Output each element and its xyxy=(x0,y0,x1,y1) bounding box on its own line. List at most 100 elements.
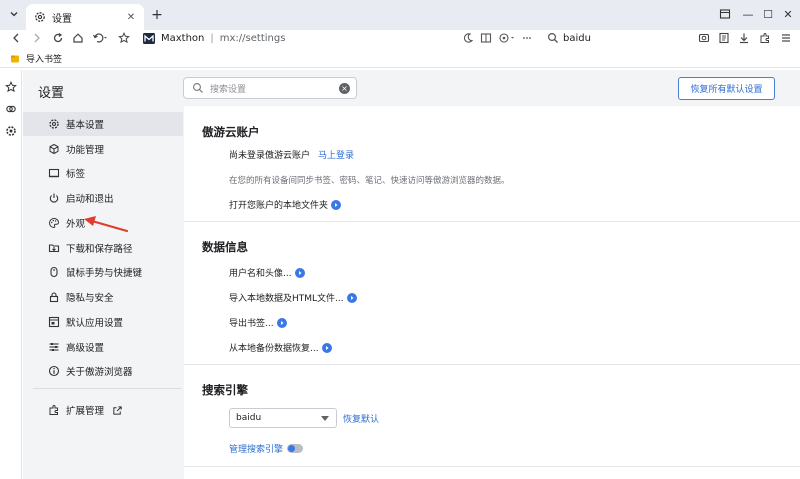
home-icon xyxy=(73,33,83,43)
download-icon[interactable] xyxy=(737,31,751,45)
sidebar-item-gestures[interactable]: 鼠标手势与快捷键 xyxy=(23,260,183,284)
data-item-import[interactable]: 导入本地数据及HTML文件... xyxy=(229,291,357,304)
sidebar-item-about[interactable]: 关于傲游浏览器 xyxy=(23,359,183,383)
arrow-right-circle-icon xyxy=(321,342,332,353)
side-toolbar xyxy=(0,70,22,479)
power-icon xyxy=(48,192,60,204)
sidebar-item-startup[interactable]: 启动和退出 xyxy=(23,186,183,210)
lock-icon xyxy=(48,291,60,303)
tab-title: 设置 xyxy=(52,13,72,25)
sidebar-item-label: 功能管理 xyxy=(66,145,105,156)
arrow-right-circle-icon xyxy=(331,199,342,210)
reader-mode-icon[interactable] xyxy=(479,31,493,45)
address-separator: | xyxy=(210,32,214,44)
resource-sniffer-icon[interactable] xyxy=(497,31,517,45)
cloud-sync-icon[interactable] xyxy=(4,102,18,116)
maximize-button[interactable]: ☐ xyxy=(759,6,777,22)
favorites-star-icon[interactable] xyxy=(4,80,18,94)
sidebar-item-appearance[interactable]: 外观 xyxy=(23,211,183,235)
settings-search-placeholder: 搜索设置 xyxy=(210,84,247,95)
title-bar: 设置 ✕ + — ☐ ✕ xyxy=(0,0,800,30)
caret-down-icon xyxy=(321,415,329,421)
forward-button[interactable] xyxy=(29,30,45,46)
sidebar-item-default-app[interactable]: 默认应用设置 xyxy=(23,310,183,334)
search-engine-value: baidu xyxy=(563,32,591,44)
data-item-restore-backup[interactable]: 从本地备份数据恢复... xyxy=(229,341,332,354)
home-button[interactable] xyxy=(70,30,86,46)
new-tab-button[interactable]: + xyxy=(149,7,165,23)
tab-overview-icon[interactable] xyxy=(716,6,734,22)
sidebar-item-extensions[interactable]: 扩展管理 xyxy=(23,398,183,422)
arrow-right-circle-icon xyxy=(276,317,287,328)
open-account-folder-row[interactable]: 打开您账户的本地文件夹 xyxy=(229,198,342,211)
note-icon[interactable] xyxy=(717,31,731,45)
settings-search-input[interactable]: 搜索设置 × xyxy=(183,77,357,99)
clear-search-button[interactable]: × xyxy=(339,82,350,94)
close-tab-button[interactable]: ✕ xyxy=(124,10,138,24)
dots-menu-icon[interactable] xyxy=(520,31,534,45)
maxthon-logo-icon xyxy=(143,32,155,44)
reset-all-defaults-button[interactable]: 恢复所有默认设置 xyxy=(678,77,775,100)
open-account-folder-label: 打开您账户的本地文件夹 xyxy=(229,201,329,211)
close-window-button[interactable]: ✕ xyxy=(779,6,797,22)
data-item-label: 导出书签... xyxy=(229,319,274,329)
data-item-avatar[interactable]: 用户名和头像... xyxy=(229,266,305,279)
search-engine-toggle[interactable] xyxy=(287,444,304,453)
arrow-left-icon xyxy=(13,33,19,43)
settings-gear-icon[interactable] xyxy=(4,124,18,138)
manage-search-engines-link[interactable]: 管理搜索引擎 xyxy=(229,442,283,455)
import-bookmarks-link[interactable]: 导入书签 xyxy=(26,52,62,65)
data-item-export-bookmarks[interactable]: 导出书签... xyxy=(229,316,287,329)
search-engine-select[interactable]: baidu xyxy=(229,408,337,428)
gear-icon xyxy=(48,118,60,130)
manage-search-engines-row[interactable]: 管理搜索引擎 xyxy=(229,442,304,455)
arrow-right-icon xyxy=(34,33,40,43)
sidebar-item-privacy[interactable]: 隐私与安全 xyxy=(23,285,183,309)
sidebar-item-label: 鼠标手势与快捷键 xyxy=(66,268,143,279)
toggle-knob xyxy=(288,445,296,452)
login-link[interactable]: 马上登录 xyxy=(318,148,354,161)
sidebar-item-basic[interactable]: 基本设置 xyxy=(23,112,183,136)
not-logged-in-text: 尚未登录傲游云账户 xyxy=(229,151,311,161)
section-title-account: 傲游云账户 xyxy=(202,125,260,139)
sidebar-item-label: 默认应用设置 xyxy=(66,318,124,329)
restore-default-link[interactable]: 恢复默认 xyxy=(343,412,379,425)
bookmarks-bar: 导入书签 xyxy=(0,50,800,68)
back-button[interactable] xyxy=(8,30,24,46)
search-engine-box[interactable]: baidu xyxy=(543,29,691,47)
minimize-button[interactable]: — xyxy=(739,6,757,22)
address-bar[interactable]: Maxthon | mx://settings xyxy=(137,29,535,47)
gear-icon xyxy=(34,11,46,23)
page-title: 设置 xyxy=(38,86,65,101)
data-item-label: 导入本地数据及HTML文件... xyxy=(229,294,344,304)
search-engine-selected: baidu xyxy=(236,413,262,423)
sidebar-item-tabs[interactable]: 标签 xyxy=(23,161,183,185)
section-title-search: 搜索引擎 xyxy=(202,383,248,397)
sync-description: 在您的所有设备间同步书签、密码、笔记、快速访问等傲游浏览器的数据。 xyxy=(229,176,510,186)
favorite-button[interactable] xyxy=(116,30,132,46)
tab-settings[interactable]: 设置 ✕ xyxy=(26,4,144,30)
sidebar-item-label: 隐私与安全 xyxy=(66,293,114,304)
search-icon xyxy=(547,32,558,43)
moon-icon[interactable] xyxy=(461,31,475,45)
screenshot-icon[interactable] xyxy=(697,31,711,45)
sidebar-item-advanced[interactable]: 高级设置 xyxy=(23,335,183,359)
section-divider xyxy=(184,364,800,365)
puzzle-icon xyxy=(48,404,60,416)
sidebar-item-label: 启动和退出 xyxy=(66,194,114,205)
undo-close-button[interactable] xyxy=(90,30,110,46)
main-menu-icon[interactable] xyxy=(779,31,793,45)
tab-list-dropdown-button[interactable] xyxy=(6,6,22,22)
sliders-icon xyxy=(48,341,60,353)
chevron-down-icon xyxy=(10,12,18,17)
settings-content: 傲游云账户 尚未登录傲游云账户 马上登录 在您的所有设备间同步书签、密码、笔记、… xyxy=(184,106,800,479)
sidebar-item-label: 下载和保存路径 xyxy=(66,244,133,255)
section-divider xyxy=(184,466,800,467)
sidebar-item-downloads[interactable]: 下载和保存路径 xyxy=(23,236,183,260)
extensions-icon[interactable] xyxy=(758,31,772,45)
sidebar-item-features[interactable]: 功能管理 xyxy=(23,137,183,161)
undo-icon xyxy=(92,33,107,43)
reload-button[interactable] xyxy=(50,30,66,46)
data-item-label: 用户名和头像... xyxy=(229,269,292,279)
tab-icon xyxy=(48,167,60,179)
